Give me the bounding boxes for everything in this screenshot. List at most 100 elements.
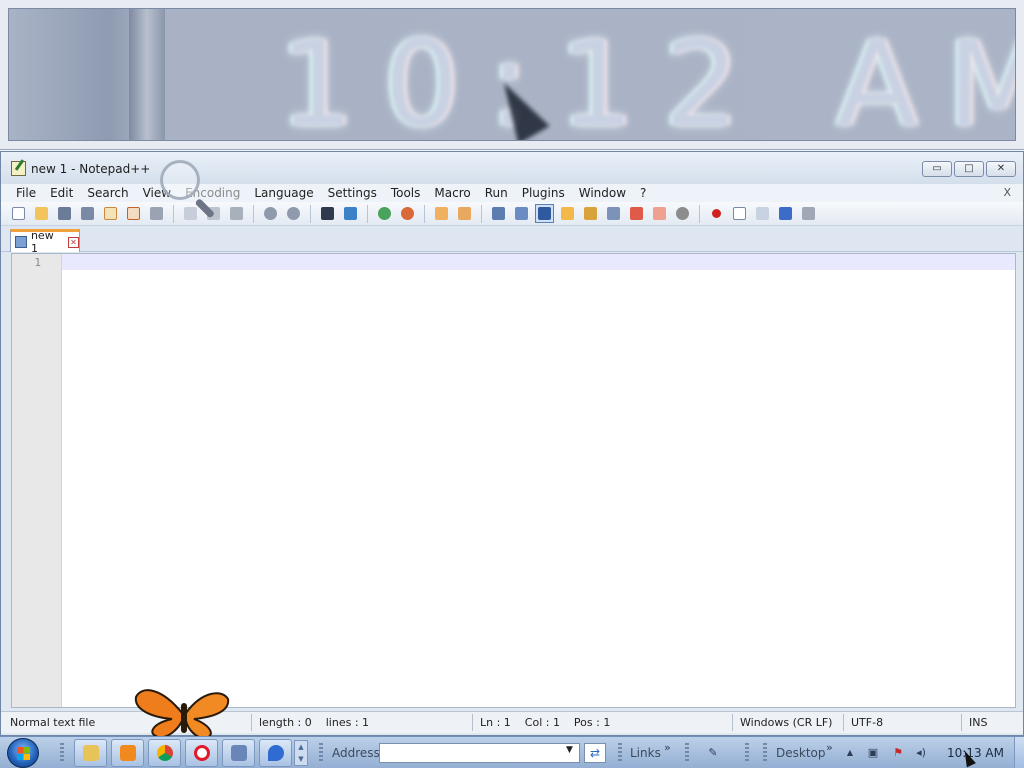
cut-icon[interactable] [181,204,200,223]
window-title: new 1 - Notepad++ [31,162,151,176]
menu-settings[interactable]: Settings [321,184,384,202]
tab-new-1[interactable]: new 1 ✕ [10,229,80,255]
toolbar-separator [424,204,425,223]
print-icon[interactable] [147,204,166,223]
volume-icon[interactable]: ◂) [914,746,928,760]
run-macro-multiple-icon[interactable] [776,204,795,223]
maximize-button[interactable]: □ [954,161,984,177]
menu-edit[interactable]: Edit [43,184,80,202]
sync-horizontal-icon[interactable] [455,204,474,223]
links-toolbar-label[interactable]: Links [630,746,661,760]
status-position: Ln : 1 Col : 1 Pos : 1 [480,716,611,729]
toolbar-grip[interactable] [685,743,689,763]
save-icon [15,236,27,248]
undo-icon[interactable] [261,204,280,223]
paste-icon[interactable] [227,204,246,223]
pinned-app-drop[interactable] [259,739,292,767]
pinned-media-player[interactable] [111,739,144,767]
desktop-toolbar-label[interactable]: Desktop [776,746,826,760]
network-tray-icon[interactable]: ▣ [866,746,880,760]
sync-vertical-icon[interactable] [432,204,451,223]
notes-icon[interactable]: ✎ [706,746,720,760]
action-center-icon[interactable]: ⚑ [891,746,905,760]
magnifier-lens-icon [160,160,200,200]
close-document-button[interactable]: X [1003,184,1011,202]
drop-icon [267,745,284,761]
status-encoding: UTF-8 [851,716,884,729]
scroll-up-icon[interactable]: ▲ [295,741,307,753]
text-editor[interactable]: 1 [11,253,1016,708]
minimize-button[interactable]: ▭ [922,161,952,177]
toolbar-grip[interactable] [745,743,749,763]
notepad-window: new 1 - Notepad++ ▭ □ ✕ File Edit Search… [0,151,1024,736]
word-wrap-icon[interactable] [489,204,508,223]
address-input[interactable] [379,743,580,763]
monitoring-icon[interactable] [673,204,692,223]
playback-macro-icon[interactable] [753,204,772,223]
menu-file[interactable]: File [9,184,43,202]
magnified-taskbar-edge [129,9,165,140]
menu-window[interactable]: Window [572,184,633,202]
quicklaunch-scroll[interactable]: ▲ ▼ [294,740,308,766]
desktop-chevron-icon[interactable]: » [826,741,833,754]
status-eol: Windows (CR LF) [740,716,833,729]
menu-run[interactable]: Run [478,184,515,202]
menu-help[interactable]: ? [633,184,653,202]
indent-guide-icon[interactable] [535,204,554,223]
zoom-in-icon[interactable] [375,204,394,223]
save-all-icon[interactable] [78,204,97,223]
status-separator [472,714,473,731]
address-dropdown-icon[interactable]: ▼ [566,745,573,755]
toolbar-grip[interactable] [60,743,64,763]
show-all-characters-icon[interactable] [512,204,531,223]
toolbar-grip[interactable] [763,743,767,763]
menu-macro[interactable]: Macro [427,184,477,202]
menu-search[interactable]: Search [80,184,135,202]
close-icon[interactable] [101,204,120,223]
show-hidden-icons-icon[interactable]: ▲ [843,746,857,760]
clock[interactable]: 10:13 AM [947,746,1004,760]
links-chevron-icon[interactable]: » [664,741,671,754]
network-icon [230,745,247,761]
media-player-icon [119,745,136,761]
menu-bar: File Edit Search View Encoding Language … [1,184,1023,202]
status-separator [732,714,733,731]
folder-as-workspace-icon[interactable] [627,204,646,223]
pinned-file-explorer[interactable] [74,739,107,767]
menu-language[interactable]: Language [247,184,320,202]
current-line-highlight[interactable] [62,254,1015,270]
close-button[interactable]: ✕ [986,161,1016,177]
start-button[interactable] [7,738,39,768]
pinned-network-tool[interactable] [222,739,255,767]
pinned-chrome[interactable] [148,739,181,767]
clipboard-history-icon[interactable] [650,204,669,223]
close-all-icon[interactable] [124,204,143,223]
menu-tools[interactable]: Tools [384,184,428,202]
record-macro-icon[interactable] [707,204,726,223]
magnifier-lens-view: 10:12 AM [8,8,1016,141]
status-length-lines: length : 0 lines : 1 [259,716,370,729]
butterfly-icon [134,689,230,739]
notepad-app-icon[interactable] [11,161,26,176]
address-go-button[interactable]: ⇄ [584,743,606,763]
toolbar-grip[interactable] [319,743,323,763]
toolbar-grip[interactable] [618,743,622,763]
scroll-down-icon[interactable]: ▼ [295,753,307,765]
document-map-icon[interactable] [581,204,600,223]
find-icon[interactable] [318,204,337,223]
tab-close-icon[interactable]: ✕ [68,236,79,248]
pinned-opera[interactable] [185,739,218,767]
save-macro-icon[interactable] [799,204,818,223]
function-list-icon[interactable] [604,204,623,223]
replace-icon[interactable] [341,204,360,223]
redo-icon[interactable] [284,204,303,223]
new-file-icon[interactable] [9,204,28,223]
zoom-out-icon[interactable] [398,204,417,223]
stop-recording-icon[interactable] [730,204,749,223]
user-defined-language-icon[interactable] [558,204,577,223]
show-desktop-button[interactable] [1014,737,1024,768]
title-bar[interactable]: new 1 - Notepad++ ▭ □ ✕ [1,152,1023,184]
menu-plugins[interactable]: Plugins [515,184,572,202]
save-icon[interactable] [55,204,74,223]
open-file-icon[interactable] [32,204,51,223]
